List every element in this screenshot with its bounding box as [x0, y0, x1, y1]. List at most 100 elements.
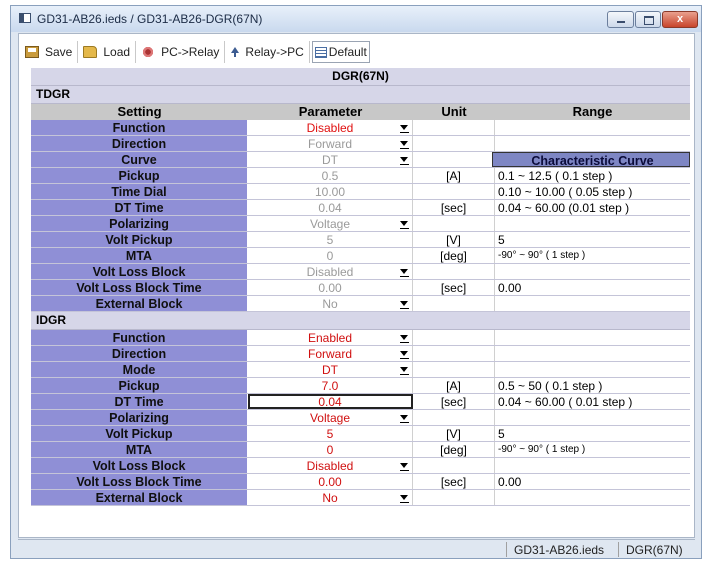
save-button[interactable]: Save — [20, 41, 79, 63]
range-cell — [495, 120, 690, 135]
unit-cell: [deg] — [413, 248, 495, 263]
toolbar: Save Load PC->Relay Relay->PC Default — [20, 41, 370, 63]
dropdown-arrow-icon[interactable] — [399, 121, 409, 134]
settings-grid: DGR(67N) TDGR Setting Parameter Unit Ran… — [31, 68, 690, 506]
table-row: MTA 0 [deg] -90° ~ 90° ( 1 step ) — [31, 248, 690, 264]
setting-label: Volt Loss Block — [31, 264, 248, 279]
parameter-dropdown[interactable]: Enabled — [248, 330, 413, 345]
unit-cell — [413, 264, 495, 279]
setting-label: DT Time — [31, 394, 248, 409]
dropdown-arrow-icon[interactable] — [399, 265, 409, 278]
parameter-input[interactable]: 10.00 — [248, 184, 413, 199]
section-header-idgr: IDGR — [31, 312, 690, 330]
parameter-dropdown[interactable]: Disabled — [248, 120, 413, 135]
table-row: Volt Loss Block Time 0.00 [sec] 0.00 — [31, 474, 690, 490]
dropdown-arrow-icon[interactable] — [399, 411, 409, 424]
unit-cell — [413, 362, 495, 377]
upload-arrow-icon — [230, 46, 240, 58]
range-cell — [495, 346, 690, 361]
setting-label: Pickup — [31, 168, 248, 183]
title-bar[interactable]: GD31-AB26.ieds / GD31-AB26-DGR(67N) x — [11, 6, 701, 32]
parameter-dropdown[interactable]: Voltage — [248, 216, 413, 231]
range-cell: 0.00 — [498, 475, 522, 489]
parameter-dropdown[interactable]: Disabled — [248, 458, 413, 473]
section-header-tdgr: TDGR — [31, 86, 690, 104]
parameter-input-focused[interactable]: 0.04 — [248, 394, 413, 409]
table-row: Polarizing Voltage — [31, 216, 690, 232]
maximize-button[interactable] — [635, 11, 661, 28]
table-row: Function Enabled — [31, 330, 690, 346]
table-row: Volt Pickup 5 [V] 5 — [31, 426, 690, 442]
parameter-input[interactable]: 0.5 — [248, 168, 413, 183]
parameter-dropdown[interactable]: Forward — [248, 136, 413, 151]
parameter-input[interactable]: 0.00 — [248, 474, 413, 489]
dropdown-arrow-icon[interactable] — [399, 137, 409, 150]
default-button[interactable]: Default — [311, 41, 370, 63]
column-header-setting: Setting — [117, 104, 162, 119]
characteristic-curve-button[interactable]: Characteristic Curve — [492, 152, 690, 167]
unit-cell: [V] — [413, 426, 495, 441]
table-row: Time Dial 10.00 0.10 ~ 10.00 ( 0.05 step… — [31, 184, 690, 200]
range-cell — [495, 216, 690, 231]
dropdown-arrow-icon[interactable] — [399, 217, 409, 230]
range-cell — [495, 330, 690, 345]
range-cell: 0.1 ~ 12.5 ( 0.1 step ) — [498, 169, 613, 183]
range-cell: 5 — [498, 427, 505, 441]
setting-label: Function — [31, 120, 248, 135]
range-cell: 0.04 ~ 60.00 (0.01 step ) — [498, 201, 630, 215]
minimize-button[interactable] — [607, 11, 634, 28]
setting-label: External Block — [31, 490, 248, 505]
pc-to-relay-button[interactable]: PC->Relay — [136, 41, 226, 63]
status-module: DGR(67N) — [626, 543, 683, 557]
table-row: Direction Forward — [31, 136, 690, 152]
parameter-input[interactable]: 0 — [248, 442, 413, 457]
unit-cell: [sec] — [413, 280, 495, 295]
load-button[interactable]: Load — [78, 41, 137, 63]
dropdown-arrow-icon[interactable] — [399, 491, 409, 504]
dropdown-arrow-icon[interactable] — [399, 363, 409, 376]
setting-label: Mode — [31, 362, 248, 377]
range-cell — [495, 136, 690, 151]
column-header-row: Setting Parameter Unit Range — [31, 104, 690, 120]
dropdown-arrow-icon[interactable] — [399, 459, 409, 472]
dropdown-arrow-icon[interactable] — [399, 331, 409, 344]
unit-cell — [413, 330, 495, 345]
table-row: MTA 0 [deg] -90° ~ 90° ( 1 step ) — [31, 442, 690, 458]
unit-cell — [413, 296, 495, 311]
unit-cell: [sec] — [413, 394, 495, 409]
parameter-dropdown[interactable]: No — [248, 296, 413, 311]
dropdown-arrow-icon[interactable] — [399, 347, 409, 360]
setting-label: Direction — [31, 136, 248, 151]
table-row: Volt Pickup 5 [V] 5 — [31, 232, 690, 248]
setting-label: MTA — [31, 442, 248, 457]
parameter-dropdown[interactable]: No — [248, 490, 413, 505]
parameter-input[interactable]: 5 — [248, 232, 413, 247]
parameter-dropdown[interactable]: DT — [248, 362, 413, 377]
dropdown-arrow-icon[interactable] — [399, 153, 409, 166]
close-button[interactable]: x — [662, 11, 698, 28]
parameter-input[interactable]: 0 — [248, 248, 413, 263]
parameter-input[interactable]: 0.00 — [248, 280, 413, 295]
parameter-dropdown[interactable]: Voltage — [248, 410, 413, 425]
parameter-dropdown[interactable]: Forward — [248, 346, 413, 361]
range-cell: 0.10 ~ 10.00 ( 0.05 step ) — [498, 185, 633, 199]
parameter-dropdown[interactable]: Disabled — [248, 264, 413, 279]
unit-cell: [sec] — [413, 200, 495, 215]
parameter-input[interactable]: 5 — [248, 426, 413, 441]
setting-label: MTA — [31, 248, 248, 263]
unit-cell: [A] — [413, 378, 495, 393]
table-row: Pickup 0.5 [A] 0.1 ~ 12.5 ( 0.1 step ) — [31, 168, 690, 184]
list-icon — [314, 46, 327, 58]
parameter-input[interactable]: 0.04 — [248, 200, 413, 215]
range-cell — [495, 264, 690, 279]
dropdown-arrow-icon[interactable] — [399, 297, 409, 310]
relay-to-pc-button[interactable]: Relay->PC — [225, 41, 310, 63]
unit-cell — [413, 184, 495, 199]
unit-cell: [sec] — [413, 474, 495, 489]
unit-cell — [413, 410, 495, 425]
send-icon — [141, 46, 156, 58]
parameter-input[interactable]: 7.0 — [248, 378, 413, 393]
parameter-dropdown[interactable]: DT — [248, 152, 413, 167]
unit-cell — [413, 120, 495, 135]
table-row: Pickup 7.0 [A] 0.5 ~ 50 ( 0.1 step ) — [31, 378, 690, 394]
